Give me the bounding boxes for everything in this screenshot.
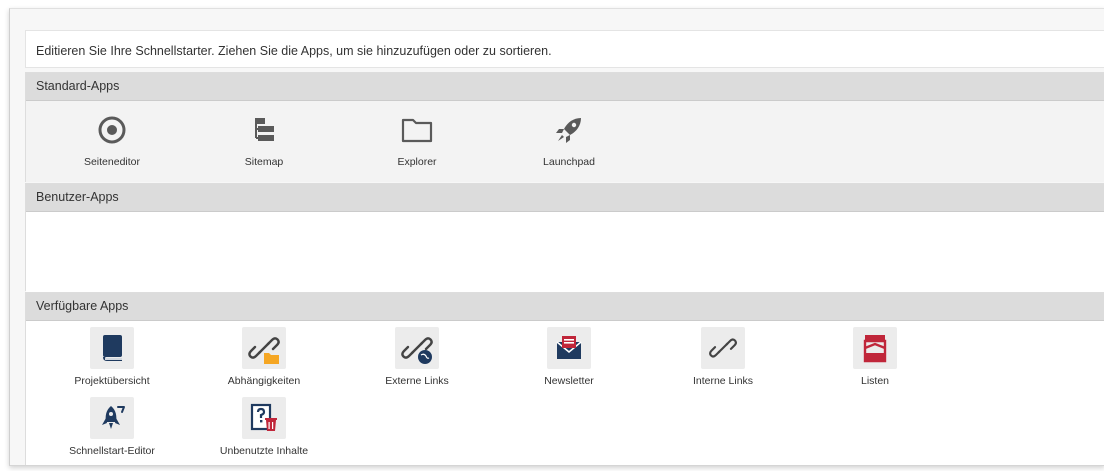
app-label: Explorer	[397, 156, 437, 168]
app-label: Externe Links	[385, 375, 449, 387]
available-apps-header: Verfügbare Apps	[26, 293, 1104, 321]
app-unbenutzte-inhalte[interactable]: Unbenutzte Inhalte	[204, 397, 324, 457]
link-icon	[701, 327, 745, 369]
user-apps-header: Benutzer-Apps	[26, 184, 1104, 212]
available-apps-list: Projektübersicht Abhängigkeiten Externe …	[26, 321, 1104, 465]
app-seiteneditor[interactable]: Seiteneditor	[52, 110, 172, 168]
standard-apps-panel: Standard-Apps Seiteneditor Sitemap Explo…	[25, 72, 1104, 182]
app-label: Launchpad	[543, 156, 595, 168]
list-icon	[853, 327, 897, 369]
app-label: Projektübersicht	[74, 375, 150, 387]
quickstart-editor: Editieren Sie Ihre Schnellstarter. Ziehe…	[9, 8, 1104, 466]
app-label: Seiteneditor	[83, 156, 141, 168]
app-label: Abhängigkeiten	[227, 375, 301, 387]
app-label: Schnellstart-Editor	[69, 445, 155, 457]
app-interne-links[interactable]: Interne Links	[663, 327, 783, 387]
instruction-text: Editieren Sie Ihre Schnellstarter. Ziehe…	[25, 30, 1104, 68]
rocket-edit-icon	[90, 397, 134, 439]
link-globe-icon	[395, 327, 439, 369]
app-newsletter[interactable]: Newsletter	[509, 327, 629, 387]
app-projektuebersicht[interactable]: Projektübersicht	[52, 327, 172, 387]
book-icon	[90, 327, 134, 369]
app-schnellstart-editor[interactable]: Schnellstart-Editor	[52, 397, 172, 457]
app-label: Sitemap	[244, 156, 284, 168]
app-listen[interactable]: Listen	[815, 327, 935, 387]
unused-content-icon	[242, 397, 286, 439]
app-label: Listen	[860, 375, 890, 387]
target-icon	[92, 110, 132, 150]
sitemap-icon	[244, 110, 284, 150]
app-launchpad[interactable]: Launchpad	[509, 110, 629, 168]
app-label: Newsletter	[544, 375, 594, 387]
standard-apps-list: Seiteneditor Sitemap Explorer Launchpad	[26, 101, 1104, 182]
app-sitemap[interactable]: Sitemap	[204, 110, 324, 168]
user-apps-dropzone[interactable]	[26, 212, 1104, 292]
user-apps-panel: Benutzer-Apps	[25, 183, 1104, 292]
app-abhaengigkeiten[interactable]: Abhängigkeiten	[204, 327, 324, 387]
app-label: Interne Links	[692, 375, 754, 387]
rocket-icon	[549, 110, 589, 150]
app-externe-links[interactable]: Externe Links	[357, 327, 477, 387]
available-apps-panel: Verfügbare Apps Projektübersicht Abhängi…	[25, 292, 1104, 465]
standard-apps-header: Standard-Apps	[26, 73, 1104, 101]
folder-icon	[397, 110, 437, 150]
link-folder-icon	[242, 327, 286, 369]
app-explorer[interactable]: Explorer	[357, 110, 477, 168]
newsletter-icon	[547, 327, 591, 369]
app-label: Unbenutzte Inhalte	[219, 445, 309, 457]
